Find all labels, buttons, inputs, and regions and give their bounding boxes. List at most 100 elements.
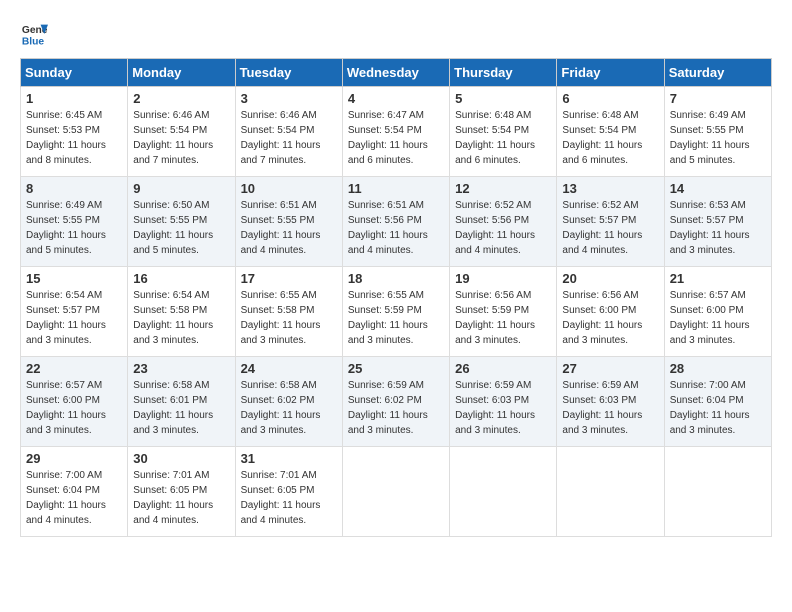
- day-info: Sunrise: 6:56 AMSunset: 5:59 PMDaylight:…: [455, 288, 551, 348]
- day-number: 29: [26, 451, 122, 466]
- calendar-body: 1 Sunrise: 6:45 AMSunset: 5:53 PMDayligh…: [21, 87, 772, 537]
- day-number: 2: [133, 91, 229, 106]
- day-number: 23: [133, 361, 229, 376]
- day-number: 20: [562, 271, 658, 286]
- calendar-cell: 14 Sunrise: 6:53 AMSunset: 5:57 PMDaylig…: [664, 177, 771, 267]
- day-number: 10: [241, 181, 337, 196]
- day-number: 3: [241, 91, 337, 106]
- day-number: 12: [455, 181, 551, 196]
- calendar-cell: 11 Sunrise: 6:51 AMSunset: 5:56 PMDaylig…: [342, 177, 449, 267]
- day-info: Sunrise: 6:52 AMSunset: 5:57 PMDaylight:…: [562, 198, 658, 258]
- calendar-table: SundayMondayTuesdayWednesdayThursdayFrid…: [20, 58, 772, 537]
- calendar-cell: 24 Sunrise: 6:58 AMSunset: 6:02 PMDaylig…: [235, 357, 342, 447]
- day-info: Sunrise: 6:48 AMSunset: 5:54 PMDaylight:…: [562, 108, 658, 168]
- day-number: 18: [348, 271, 444, 286]
- day-info: Sunrise: 7:01 AMSunset: 6:05 PMDaylight:…: [241, 468, 337, 528]
- day-info: Sunrise: 7:00 AMSunset: 6:04 PMDaylight:…: [670, 378, 766, 438]
- calendar-cell: 3 Sunrise: 6:46 AMSunset: 5:54 PMDayligh…: [235, 87, 342, 177]
- day-number: 26: [455, 361, 551, 376]
- calendar-cell: 2 Sunrise: 6:46 AMSunset: 5:54 PMDayligh…: [128, 87, 235, 177]
- weekday-header-sunday: Sunday: [21, 59, 128, 87]
- calendar-cell: 31 Sunrise: 7:01 AMSunset: 6:05 PMDaylig…: [235, 447, 342, 537]
- day-number: 14: [670, 181, 766, 196]
- weekday-header-friday: Friday: [557, 59, 664, 87]
- day-info: Sunrise: 6:51 AMSunset: 5:56 PMDaylight:…: [348, 198, 444, 258]
- day-info: Sunrise: 6:52 AMSunset: 5:56 PMDaylight:…: [455, 198, 551, 258]
- calendar-cell: 7 Sunrise: 6:49 AMSunset: 5:55 PMDayligh…: [664, 87, 771, 177]
- calendar-week-2: 8 Sunrise: 6:49 AMSunset: 5:55 PMDayligh…: [21, 177, 772, 267]
- day-info: Sunrise: 6:46 AMSunset: 5:54 PMDaylight:…: [241, 108, 337, 168]
- calendar-cell: 9 Sunrise: 6:50 AMSunset: 5:55 PMDayligh…: [128, 177, 235, 267]
- day-info: Sunrise: 6:49 AMSunset: 5:55 PMDaylight:…: [26, 198, 122, 258]
- weekday-header-wednesday: Wednesday: [342, 59, 449, 87]
- day-info: Sunrise: 6:55 AMSunset: 5:58 PMDaylight:…: [241, 288, 337, 348]
- day-number: 7: [670, 91, 766, 106]
- calendar-week-1: 1 Sunrise: 6:45 AMSunset: 5:53 PMDayligh…: [21, 87, 772, 177]
- calendar-cell: 21 Sunrise: 6:57 AMSunset: 6:00 PMDaylig…: [664, 267, 771, 357]
- day-number: 9: [133, 181, 229, 196]
- calendar-cell: 5 Sunrise: 6:48 AMSunset: 5:54 PMDayligh…: [450, 87, 557, 177]
- page-header: General Blue: [20, 20, 772, 48]
- calendar-week-3: 15 Sunrise: 6:54 AMSunset: 5:57 PMDaylig…: [21, 267, 772, 357]
- day-info: Sunrise: 6:55 AMSunset: 5:59 PMDaylight:…: [348, 288, 444, 348]
- day-info: Sunrise: 7:00 AMSunset: 6:04 PMDaylight:…: [26, 468, 122, 528]
- day-info: Sunrise: 6:48 AMSunset: 5:54 PMDaylight:…: [455, 108, 551, 168]
- day-info: Sunrise: 6:57 AMSunset: 6:00 PMDaylight:…: [670, 288, 766, 348]
- calendar-cell: 13 Sunrise: 6:52 AMSunset: 5:57 PMDaylig…: [557, 177, 664, 267]
- calendar-cell: 17 Sunrise: 6:55 AMSunset: 5:58 PMDaylig…: [235, 267, 342, 357]
- day-info: Sunrise: 6:58 AMSunset: 6:01 PMDaylight:…: [133, 378, 229, 438]
- calendar-cell: 6 Sunrise: 6:48 AMSunset: 5:54 PMDayligh…: [557, 87, 664, 177]
- day-number: 5: [455, 91, 551, 106]
- day-number: 30: [133, 451, 229, 466]
- day-number: 27: [562, 361, 658, 376]
- calendar-cell: 23 Sunrise: 6:58 AMSunset: 6:01 PMDaylig…: [128, 357, 235, 447]
- calendar-cell: 10 Sunrise: 6:51 AMSunset: 5:55 PMDaylig…: [235, 177, 342, 267]
- calendar-cell: 26 Sunrise: 6:59 AMSunset: 6:03 PMDaylig…: [450, 357, 557, 447]
- calendar-cell: [664, 447, 771, 537]
- day-info: Sunrise: 6:57 AMSunset: 6:00 PMDaylight:…: [26, 378, 122, 438]
- day-info: Sunrise: 6:59 AMSunset: 6:03 PMDaylight:…: [455, 378, 551, 438]
- day-number: 15: [26, 271, 122, 286]
- day-info: Sunrise: 6:53 AMSunset: 5:57 PMDaylight:…: [670, 198, 766, 258]
- day-info: Sunrise: 6:51 AMSunset: 5:55 PMDaylight:…: [241, 198, 337, 258]
- weekday-header-thursday: Thursday: [450, 59, 557, 87]
- day-info: Sunrise: 6:47 AMSunset: 5:54 PMDaylight:…: [348, 108, 444, 168]
- day-info: Sunrise: 6:59 AMSunset: 6:02 PMDaylight:…: [348, 378, 444, 438]
- calendar-cell: 30 Sunrise: 7:01 AMSunset: 6:05 PMDaylig…: [128, 447, 235, 537]
- day-number: 13: [562, 181, 658, 196]
- calendar-cell: [342, 447, 449, 537]
- calendar-week-5: 29 Sunrise: 7:00 AMSunset: 6:04 PMDaylig…: [21, 447, 772, 537]
- day-info: Sunrise: 6:49 AMSunset: 5:55 PMDaylight:…: [670, 108, 766, 168]
- day-info: Sunrise: 6:46 AMSunset: 5:54 PMDaylight:…: [133, 108, 229, 168]
- weekday-header-monday: Monday: [128, 59, 235, 87]
- day-info: Sunrise: 6:50 AMSunset: 5:55 PMDaylight:…: [133, 198, 229, 258]
- day-info: Sunrise: 6:58 AMSunset: 6:02 PMDaylight:…: [241, 378, 337, 438]
- day-info: Sunrise: 7:01 AMSunset: 6:05 PMDaylight:…: [133, 468, 229, 528]
- calendar-cell: 20 Sunrise: 6:56 AMSunset: 6:00 PMDaylig…: [557, 267, 664, 357]
- weekday-header-saturday: Saturday: [664, 59, 771, 87]
- day-number: 16: [133, 271, 229, 286]
- calendar-cell: 18 Sunrise: 6:55 AMSunset: 5:59 PMDaylig…: [342, 267, 449, 357]
- logo-icon: General Blue: [20, 20, 48, 48]
- day-number: 22: [26, 361, 122, 376]
- calendar-cell: 8 Sunrise: 6:49 AMSunset: 5:55 PMDayligh…: [21, 177, 128, 267]
- day-number: 6: [562, 91, 658, 106]
- day-number: 8: [26, 181, 122, 196]
- calendar-week-4: 22 Sunrise: 6:57 AMSunset: 6:00 PMDaylig…: [21, 357, 772, 447]
- calendar-cell: [450, 447, 557, 537]
- day-number: 11: [348, 181, 444, 196]
- day-number: 24: [241, 361, 337, 376]
- day-info: Sunrise: 6:45 AMSunset: 5:53 PMDaylight:…: [26, 108, 122, 168]
- day-info: Sunrise: 6:54 AMSunset: 5:57 PMDaylight:…: [26, 288, 122, 348]
- calendar-cell: 19 Sunrise: 6:56 AMSunset: 5:59 PMDaylig…: [450, 267, 557, 357]
- calendar-cell: 4 Sunrise: 6:47 AMSunset: 5:54 PMDayligh…: [342, 87, 449, 177]
- calendar-cell: 27 Sunrise: 6:59 AMSunset: 6:03 PMDaylig…: [557, 357, 664, 447]
- logo: General Blue: [20, 20, 48, 48]
- day-number: 25: [348, 361, 444, 376]
- day-info: Sunrise: 6:56 AMSunset: 6:00 PMDaylight:…: [562, 288, 658, 348]
- day-number: 19: [455, 271, 551, 286]
- day-number: 28: [670, 361, 766, 376]
- calendar-header-row: SundayMondayTuesdayWednesdayThursdayFrid…: [21, 59, 772, 87]
- calendar-cell: 28 Sunrise: 7:00 AMSunset: 6:04 PMDaylig…: [664, 357, 771, 447]
- calendar-cell: [557, 447, 664, 537]
